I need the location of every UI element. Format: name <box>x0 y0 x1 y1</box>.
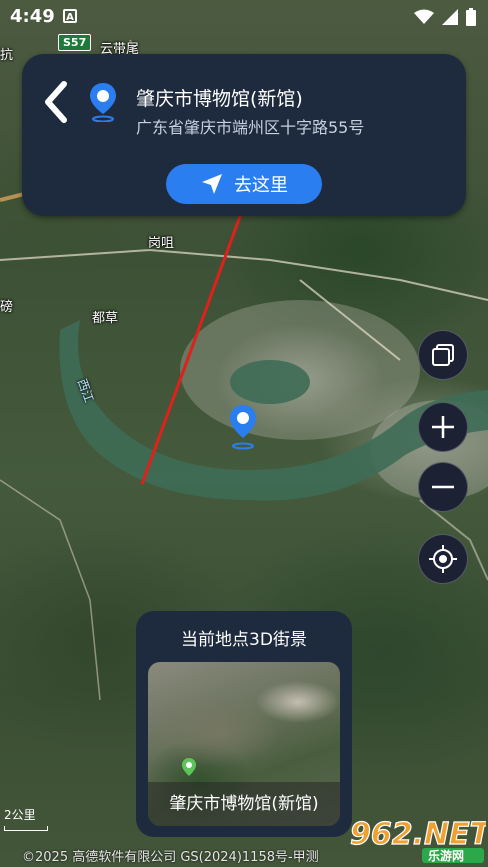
map-label-partial-left: 磅 <box>0 300 14 315</box>
status-icons <box>414 8 476 26</box>
place-card: 肇庆市博物馆(新馆) 广东省肇庆市端州区十字路55号 去这里 <box>22 54 466 216</box>
street-view-place-label: 肇庆市博物馆(新馆) <box>148 782 340 826</box>
map-label-partial-top: 抗 <box>0 48 14 63</box>
street-view-title: 当前地点3D街景 <box>181 630 307 650</box>
place-name: 肇庆市博物馆(新馆) <box>136 88 303 110</box>
place-address: 广东省肇庆市端州区十字路55号 <box>136 118 365 137</box>
watermark-logo: 962.NET 乐游网 <box>349 816 486 863</box>
battery-icon <box>466 8 476 26</box>
location-pin-icon <box>90 83 116 122</box>
wifi-icon <box>414 9 434 24</box>
map-copyright: ©2025 高德软件有限公司 GS(2024)1158号-甲测 <box>22 850 319 865</box>
thumbnail-marker-icon <box>182 758 196 776</box>
zoom-out-button[interactable] <box>418 462 468 512</box>
watermark-main-text: 962.NET <box>350 817 486 852</box>
zoom-in-icon <box>432 416 454 438</box>
layers-button[interactable] <box>418 330 468 380</box>
map-scale-bar <box>4 826 48 831</box>
navigate-button[interactable]: 去这里 <box>166 164 322 204</box>
back-icon[interactable] <box>42 80 72 124</box>
notification-a-icon: A <box>63 9 77 23</box>
layers-icon <box>432 344 454 366</box>
navigation-arrow-icon <box>202 174 222 194</box>
street-view-card[interactable]: 当前地点3D街景 肇庆市博物馆(新馆) <box>136 611 352 837</box>
map-label-village-2: 岗咀 <box>148 236 175 251</box>
status-time: 4:49 <box>10 6 55 27</box>
map-scale-label: 2公里 <box>4 808 36 822</box>
cell-signal-icon <box>442 9 458 25</box>
map-marker-icon[interactable] <box>228 404 258 450</box>
locate-button[interactable] <box>418 534 468 584</box>
street-view-thumbnail[interactable]: 肇庆市博物馆(新馆) <box>148 662 340 826</box>
navigate-button-label: 去这里 <box>234 175 288 196</box>
road-shield-s57: S57 <box>58 34 92 51</box>
status-bar: 4:49 A <box>0 0 488 34</box>
zoom-in-button[interactable] <box>418 402 468 452</box>
map-label-village-3: 都草 <box>92 311 119 326</box>
watermark-sub-text: 乐游网 <box>428 848 464 863</box>
zoom-out-icon <box>432 485 454 489</box>
locate-icon <box>429 545 457 573</box>
